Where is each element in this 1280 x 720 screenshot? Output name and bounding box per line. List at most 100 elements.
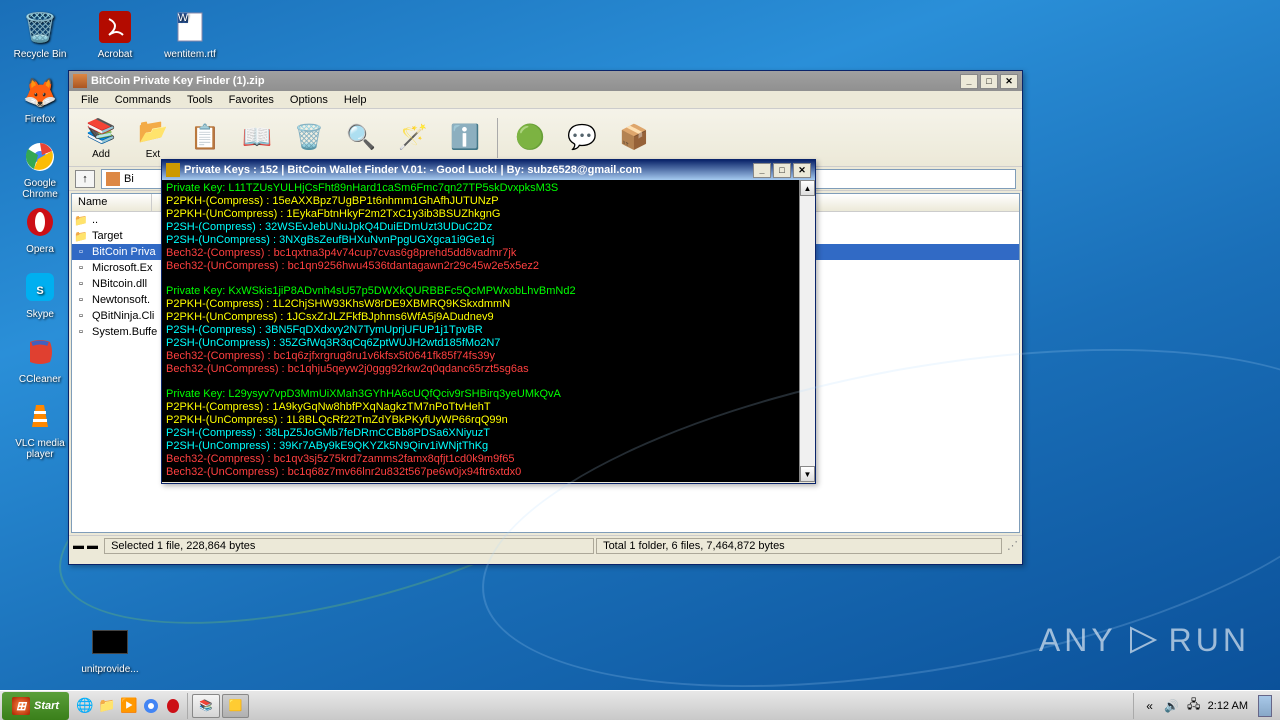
extract-icon: 📂 [137, 115, 169, 147]
tray-volume-icon[interactable]: 🔊 [1164, 698, 1180, 714]
console-task-icon: 🟨 [229, 699, 243, 712]
show-desktop-button[interactable] [1258, 695, 1272, 717]
file-name: Newtonsoft. [92, 294, 150, 306]
archive-titlebar[interactable]: BitCoin Private Key Finder (1).zip _ □ ✕ [69, 71, 1022, 91]
toolbar-add[interactable]: 📚Add [77, 113, 125, 162]
vlc-icon [20, 397, 60, 436]
resize-grip[interactable]: ⋰ [1002, 539, 1018, 552]
scroll-track[interactable] [800, 196, 815, 466]
file-icon: ▫ [74, 293, 88, 307]
ql-ie[interactable]: 🌐 [75, 696, 95, 716]
trash-icon: 🗑️ [20, 7, 60, 47]
status-selected: Selected 1 file, 228,864 bytes [104, 538, 594, 554]
file-name: NBitcoin.dll [92, 278, 147, 290]
archive-icon [73, 74, 87, 88]
toolbar-comment[interactable]: 💬 [558, 120, 606, 156]
ccleaner-icon [20, 332, 60, 372]
file-name: .. [92, 214, 98, 226]
status-total: Total 1 folder, 6 files, 7,464,872 bytes [596, 538, 1002, 554]
menu-tools[interactable]: Tools [179, 92, 221, 108]
file-name: Target [92, 230, 123, 242]
console-close-button[interactable]: ✕ [793, 163, 811, 178]
desktop-icon-unitprovide[interactable]: unitprovide... [75, 620, 145, 685]
console-title: Private Keys : 152 | BitCoin Wallet Find… [184, 164, 753, 176]
chrome-icon [20, 137, 60, 176]
console-minimize-button[interactable]: _ [753, 163, 771, 178]
column-name[interactable]: Name [72, 194, 152, 211]
desktop-icon-skype[interactable]: SSkype [5, 265, 75, 330]
archive-menubar: File Commands Tools Favorites Options He… [69, 91, 1022, 109]
desktop-icon-ccleaner[interactable]: CCleaner [5, 330, 75, 395]
opera-icon [20, 202, 60, 242]
scroll-down-button[interactable]: ▼ [800, 466, 815, 482]
toolbar-info[interactable]: ℹ️ [441, 120, 489, 156]
scan-icon: 🟢 [514, 122, 546, 154]
archive-title: BitCoin Private Key Finder (1).zip [91, 75, 960, 87]
menu-commands[interactable]: Commands [107, 92, 179, 108]
tray-clock[interactable]: 2:12 AM [1208, 700, 1248, 712]
desktop-icon-acrobat[interactable]: Acrobat [80, 5, 150, 70]
view-icon: 📖 [241, 122, 273, 154]
skype-icon: S [20, 267, 60, 307]
ql-explorer[interactable]: 📁 [97, 696, 117, 716]
menu-help[interactable]: Help [336, 92, 375, 108]
desktop-icon-opera[interactable]: Opera [5, 200, 75, 265]
toolbar-view[interactable]: 📖 [233, 120, 281, 156]
taskbar: ⊞ Start 🌐 📁 ▶️ 📚 🟨 « 🔊 🖧 2:12 AM [0, 690, 1280, 720]
menu-options[interactable]: Options [282, 92, 336, 108]
ql-media[interactable]: ▶️ [119, 696, 139, 716]
word-doc-icon: W [170, 7, 210, 47]
toolbar-delete[interactable]: 🗑️ [285, 120, 333, 156]
cmd-icon [90, 622, 130, 662]
toolbar-test[interactable]: 📋 [181, 120, 229, 156]
file-name: Microsoft.Ex [92, 262, 153, 274]
file-name: System.Buffe [92, 326, 157, 338]
task-archive[interactable]: 📚 [192, 694, 220, 718]
tray-network-icon[interactable]: 🖧 [1186, 698, 1202, 714]
menu-file[interactable]: File [73, 92, 107, 108]
scroll-up-button[interactable]: ▲ [800, 180, 815, 196]
status-icons: ▬ ▬ [73, 540, 98, 552]
task-console[interactable]: 🟨 [222, 694, 250, 718]
toolbar-find[interactable]: 🔍 [337, 120, 385, 156]
toolbar-virusscan[interactable]: 🟢 [506, 120, 554, 156]
desktop-icon-chrome[interactable]: Google Chrome [5, 135, 75, 200]
file-icon: ▫ [74, 277, 88, 291]
toolbar-separator [497, 118, 498, 158]
desktop-icon-firefox[interactable]: 🦊Firefox [5, 70, 75, 135]
start-button[interactable]: ⊞ Start [2, 692, 69, 720]
file-icon: ▫ [74, 245, 88, 259]
file-name: QBitNinja.Cli [92, 310, 154, 322]
ql-opera[interactable] [163, 696, 183, 716]
archive-path-icon [106, 172, 120, 186]
menu-favorites[interactable]: Favorites [221, 92, 282, 108]
archive-statusbar: ▬ ▬ Selected 1 file, 228,864 bytes Total… [69, 535, 1022, 555]
wizard-icon: 🪄 [397, 122, 429, 154]
tray-expand-icon[interactable]: « [1142, 698, 1158, 714]
up-button[interactable]: ↑ [75, 170, 95, 188]
sfx-icon: 📦 [618, 122, 650, 154]
info-icon: ℹ️ [449, 122, 481, 154]
desktop-icon-wentitem[interactable]: Wwentitem.rtf [155, 5, 225, 70]
console-titlebar[interactable]: Private Keys : 152 | BitCoin Wallet Find… [162, 160, 815, 180]
toolbar-sfx[interactable]: 📦 [610, 120, 658, 156]
console-output[interactable]: Private Key: L11TZUsYULHjCsFht89nHard1ca… [162, 180, 799, 482]
minimize-button[interactable]: _ [960, 74, 978, 89]
console-maximize-button[interactable]: □ [773, 163, 791, 178]
toolbar-wizard[interactable]: 🪄 [389, 120, 437, 156]
quick-launch: 🌐 📁 ▶️ [71, 693, 188, 719]
close-button[interactable]: ✕ [1000, 74, 1018, 89]
file-icon: ▫ [74, 325, 88, 339]
test-icon: 📋 [189, 122, 221, 154]
desktop-icon-recycle-bin[interactable]: 🗑️Recycle Bin [5, 5, 75, 70]
console-scrollbar[interactable]: ▲ ▼ [799, 180, 815, 482]
toolbar-extract[interactable]: 📂Ext [129, 113, 177, 162]
desktop-icon-vlc[interactable]: VLC media player [5, 395, 75, 460]
task-buttons: 📚 🟨 [188, 694, 1133, 718]
console-window: Private Keys : 152 | BitCoin Wallet Find… [161, 159, 816, 484]
maximize-button[interactable]: □ [980, 74, 998, 89]
desktop: 🗑️Recycle Bin 🦊Firefox Google Chrome Ope… [0, 0, 1280, 720]
file-icon: ▫ [74, 309, 88, 323]
ql-chrome[interactable] [141, 696, 161, 716]
find-icon: 🔍 [345, 122, 377, 154]
